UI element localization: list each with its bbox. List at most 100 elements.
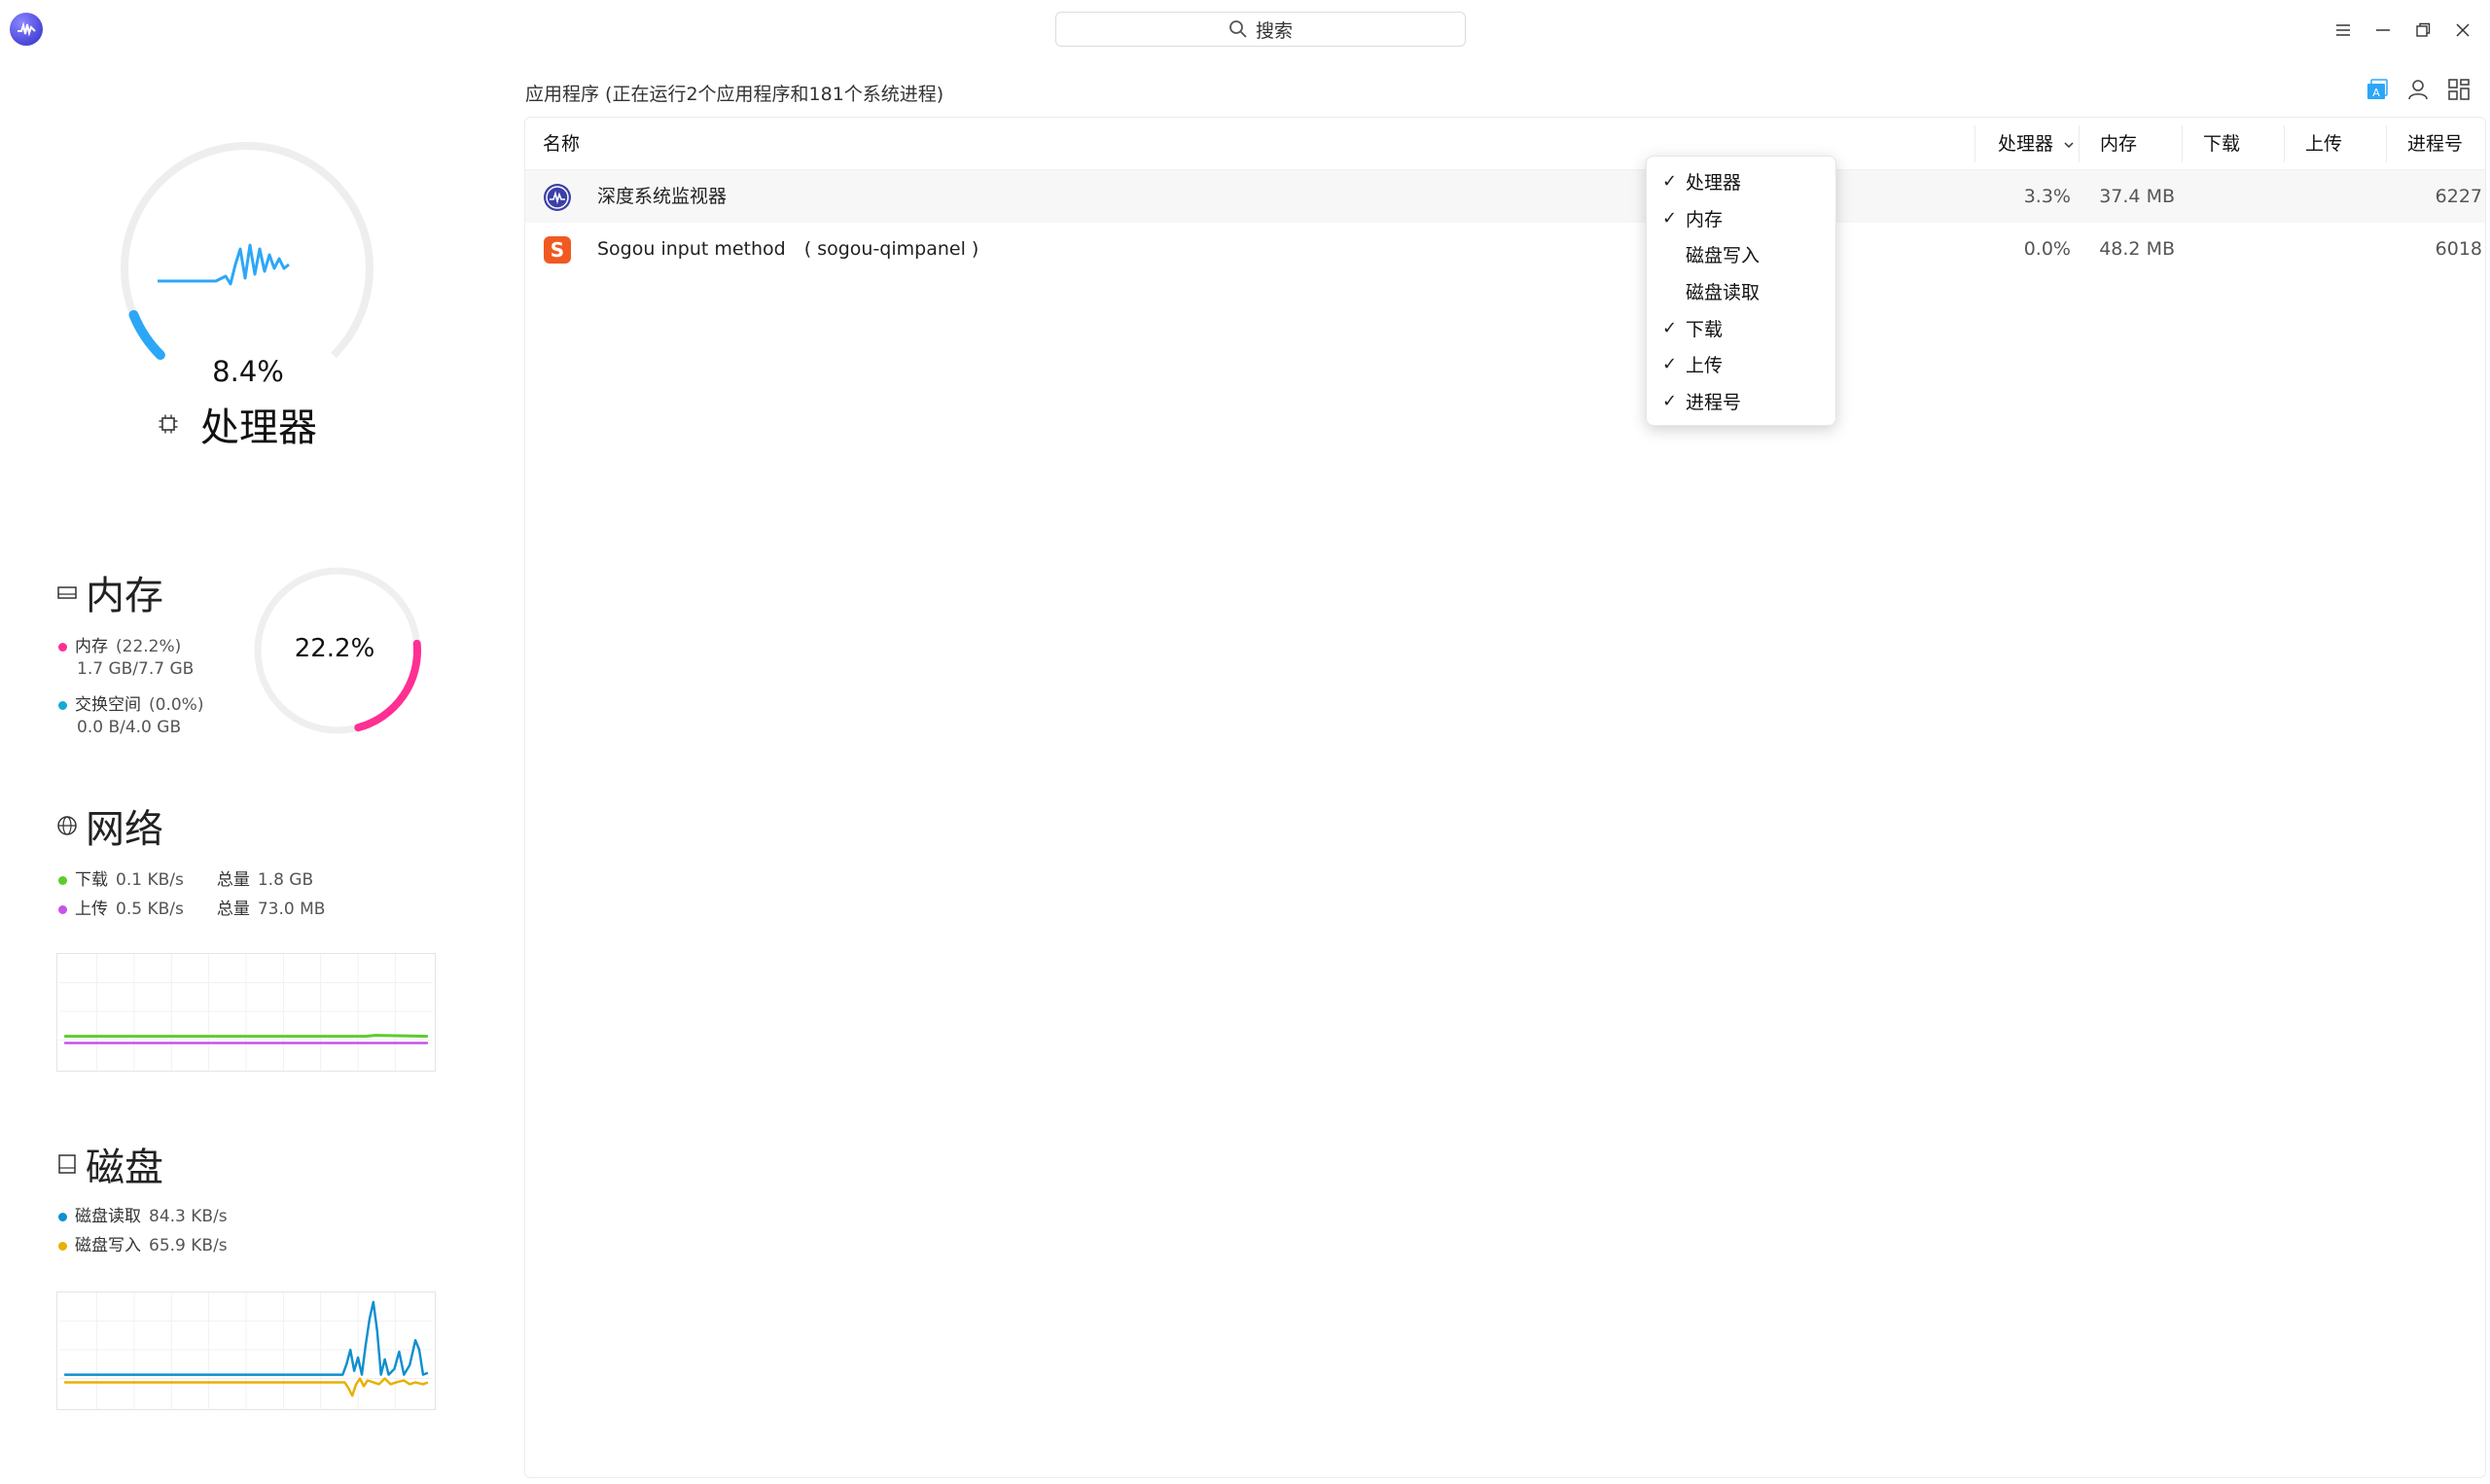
sogou-icon: S [544, 236, 571, 264]
wave-icon [18, 21, 36, 37]
process-name: Sogou input method ( sogou-qimpanel ) [597, 238, 979, 260]
menu-item-pid[interactable]: ✓ 进程号 [1647, 383, 1835, 420]
column-header-upload[interactable]: 上传 [2305, 118, 2342, 170]
network-section-title: 网络 [56, 797, 163, 854]
process-download [2182, 223, 2278, 275]
search-icon [1229, 20, 1247, 38]
disk-write-label: 磁盘写入 [75, 1236, 141, 1255]
close-icon [2455, 22, 2470, 37]
upload-dot [58, 905, 67, 914]
memory-percent: (22.2%) [116, 637, 182, 656]
disk-legend: 磁盘读取 84.3 KB/s 磁盘写入 65.9 KB/s [58, 1206, 228, 1257]
menu-item-label: 处理器 [1686, 172, 1742, 194]
download-total-label: 总量 [216, 870, 250, 890]
sort-chevron-down-icon [2064, 142, 2074, 149]
globe-icon [57, 816, 77, 835]
disk-read-label: 磁盘读取 [75, 1207, 141, 1226]
check-icon: ✓ [1662, 390, 1678, 411]
menu-item-label: 进程号 [1686, 391, 1742, 413]
download-rate: 0.1 KB/s [116, 870, 184, 890]
restore-icon [2415, 22, 2430, 37]
check-icon: ✓ [1662, 317, 1678, 338]
app-view-button[interactable]: A [2364, 76, 2391, 103]
network-title: 网络 [86, 807, 163, 852]
menu-item-label: 磁盘写入 [1686, 245, 1761, 267]
menu-item-download[interactable]: ✓ 下载 [1647, 309, 1835, 346]
search-label: 搜索 [1255, 19, 1293, 42]
column-header-pid[interactable]: 进程号 [2407, 118, 2463, 170]
menu-item-label: 上传 [1686, 355, 1724, 377]
menu-item-memory[interactable]: ✓ 内存 [1647, 200, 1835, 237]
swap-used: 0.0 B/4.0 GB [77, 718, 182, 737]
memory-icon [57, 586, 77, 599]
restore-button[interactable] [2406, 14, 2438, 46]
process-name: 深度系统监视器 [597, 186, 728, 207]
chip-icon [159, 414, 178, 434]
menu-icon [2335, 23, 2350, 36]
process-pid: 6227 [2435, 186, 2482, 207]
cpu-title-label: 处理器 [200, 406, 317, 450]
menu-item-cpu[interactable]: ✓ 处理器 [1647, 163, 1835, 200]
network-graph [56, 953, 436, 1072]
disk-icon [58, 1154, 76, 1174]
column-header-name[interactable]: 名称 [543, 118, 580, 170]
search-input[interactable]: 搜索 [1055, 12, 1466, 47]
download-label: 下载 [75, 870, 108, 890]
column-visibility-menu: ✓ 处理器 ✓ 内存 磁盘写入 磁盘读取 ✓ 下载 ✓ 上传 ✓ 进程号 [1646, 156, 1836, 426]
swap-dot [58, 701, 67, 710]
menu-item-upload[interactable]: ✓ 上传 [1647, 346, 1835, 383]
process-upload [2284, 170, 2380, 223]
check-icon: ✓ [1662, 171, 1678, 193]
cpu-value: 8.4% [212, 355, 284, 388]
menu-item-disk-write[interactable]: 磁盘写入 [1647, 236, 1835, 273]
close-button[interactable] [2446, 14, 2478, 46]
table-row[interactable]: 深度系统监视器 3.3% 37.4 MB 6227 [525, 170, 2485, 223]
user-view-button[interactable] [2404, 76, 2432, 103]
column-header-memory[interactable]: 内存 [2100, 118, 2137, 170]
download-total: 1.8 GB [257, 870, 314, 890]
menu-button[interactable] [2327, 14, 2359, 46]
download-line [64, 1034, 428, 1039]
disk-read-rate: 84.3 KB/s [149, 1207, 228, 1226]
process-cpu: 0.0% [2023, 238, 2071, 260]
grid-icon [2448, 79, 2470, 100]
service-view-button[interactable] [2445, 76, 2472, 103]
minimize-button[interactable] [2366, 14, 2399, 46]
menu-item-label: 内存 [1686, 208, 1724, 230]
left-panel: 8.4% 处理器 内存 内存 (22.2%) 1.7 GB/7.7 GB 交换空… [0, 58, 506, 1484]
memory-label: 内存 [75, 637, 108, 656]
memory-value: 22.2% [294, 634, 375, 663]
column-header-cpu-label: 处理器 [1998, 133, 2054, 155]
menu-item-label: 下载 [1686, 318, 1724, 340]
column-header-cpu[interactable]: 处理器 [1998, 118, 2076, 170]
disk-title: 磁盘 [86, 1146, 163, 1190]
process-summary: 应用程序 (正在运行2个应用程序和181个系统进程) [525, 84, 944, 105]
memory-dot [58, 643, 67, 652]
window-controls [2327, 14, 2478, 46]
swap-percent: (0.0%) [149, 695, 204, 715]
process-cpu: 3.3% [2023, 186, 2071, 207]
app-logo [10, 13, 43, 46]
user-icon [2408, 80, 2428, 100]
upload-rate: 0.5 KB/s [116, 900, 184, 919]
memory-legend: 内存 (22.2%) 1.7 GB/7.7 GB 交换空间 (0.0%) 0.0… [58, 636, 203, 739]
disk-write-rate: 65.9 KB/s [149, 1236, 228, 1255]
table-header: 名称 处理器 内存 下载 上传 进程号 [525, 118, 2485, 170]
cpu-title: 处理器 [158, 396, 317, 452]
memory-section-title: 内存 [56, 564, 163, 620]
check-icon: ✓ [1662, 354, 1678, 375]
process-download [2182, 170, 2278, 223]
minimize-icon [2375, 28, 2390, 31]
titlebar: 搜索 [0, 0, 2490, 58]
svg-text:A: A [2372, 87, 2380, 99]
menu-item-disk-read[interactable]: 磁盘读取 [1647, 273, 1835, 310]
svg-text:S: S [551, 238, 564, 262]
upload-total-label: 总量 [216, 900, 250, 919]
memory-used: 1.7 GB/7.7 GB [77, 659, 195, 679]
swap-label: 交换空间 [75, 695, 141, 715]
disk-graph [56, 1291, 436, 1410]
column-header-download[interactable]: 下载 [2203, 118, 2240, 170]
process-memory: 48.2 MB [2099, 238, 2175, 260]
table-row[interactable]: S Sogou input method ( sogou-qimpanel ) … [525, 223, 2485, 275]
disk-write-dot [58, 1242, 67, 1251]
